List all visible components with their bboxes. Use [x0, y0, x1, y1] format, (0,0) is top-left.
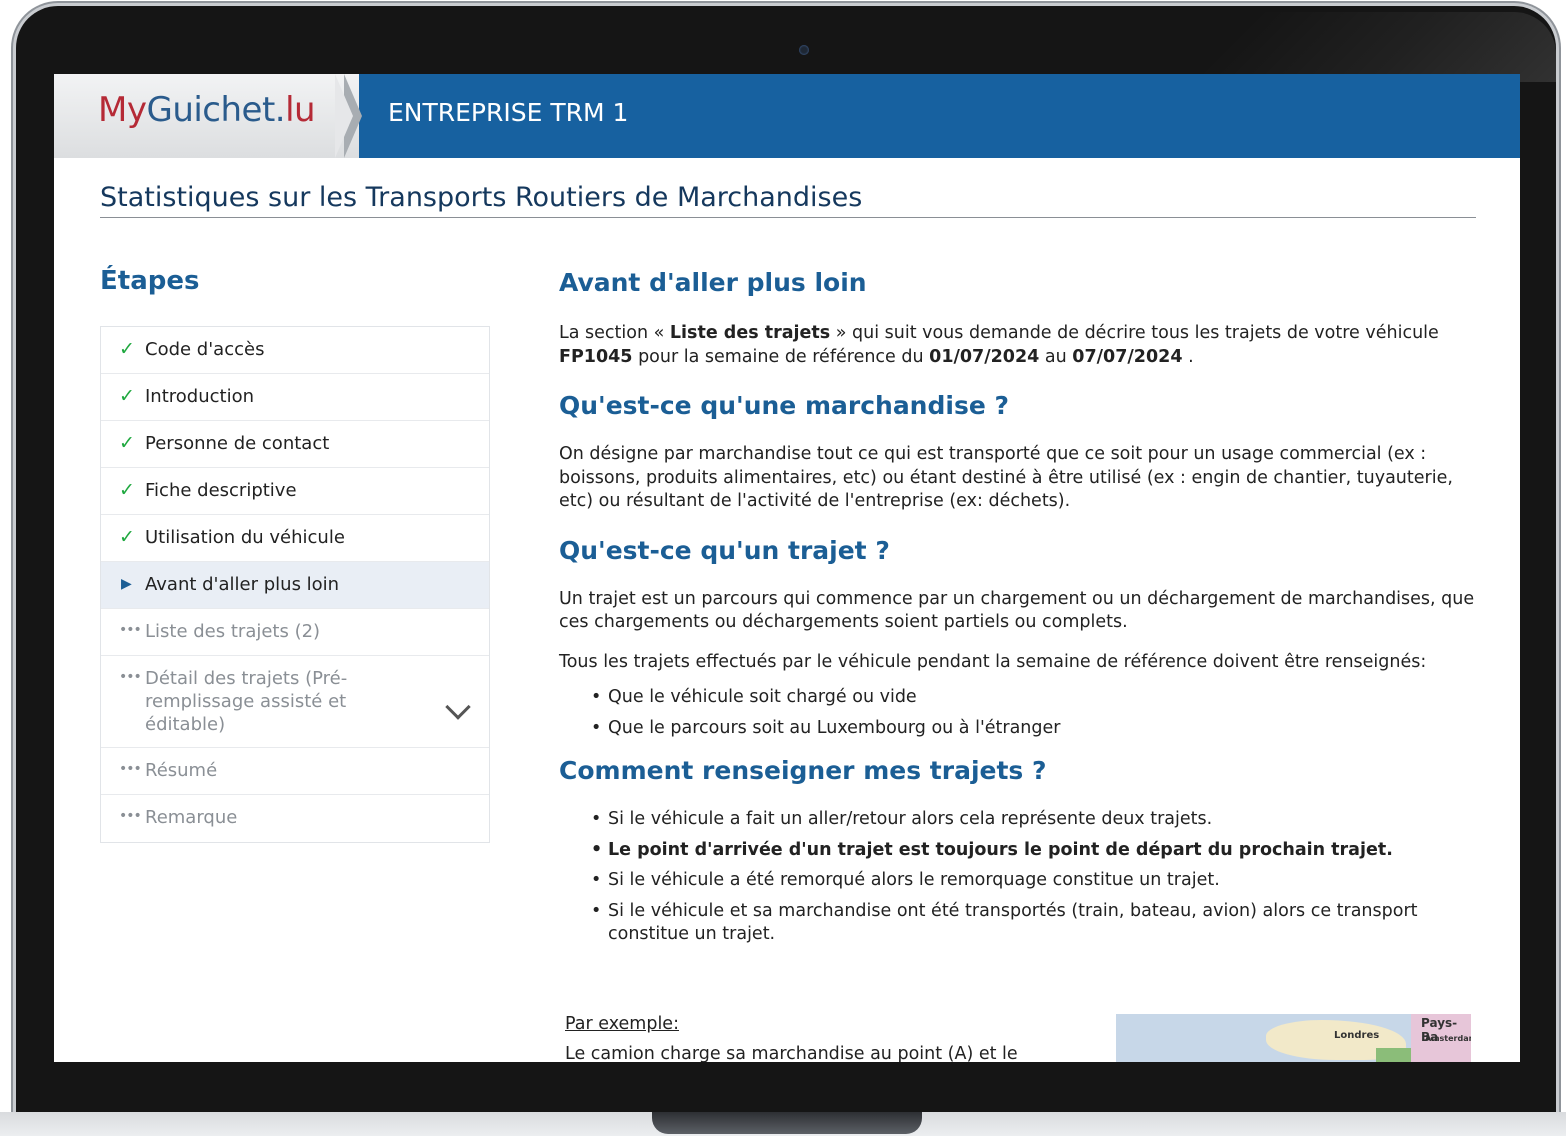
step-personne-contact[interactable]: ✓ Personne de contact	[101, 421, 489, 468]
example-map: Londres Pays-Ba Amsterdan	[1116, 1014, 1471, 1062]
step-resume[interactable]: ••• Résumé	[101, 748, 489, 795]
renseigner-heading: Comment renseigner mes trajets ?	[559, 756, 1047, 785]
step-label: Code d'accès	[145, 339, 265, 360]
start-date: 01/07/2024	[929, 346, 1040, 367]
step-label: Utilisation du véhicule	[145, 527, 345, 548]
webcam	[799, 45, 809, 55]
trajet-heading: Qu'est-ce qu'un trajet ?	[559, 535, 890, 565]
logo-part-guichet: Guichet.	[146, 90, 286, 130]
check-icon: ✓	[119, 338, 135, 360]
end-date: 07/07/2024	[1072, 346, 1183, 367]
laptop-hinge-notch	[652, 1112, 922, 1134]
marchandise-text: On désigne par marchandise tout ce qui e…	[559, 444, 1453, 511]
example-label: Par exemple:	[565, 1014, 679, 1034]
step-label: Résumé	[145, 760, 218, 781]
ellipsis-icon: •••	[119, 669, 142, 685]
step-label: Liste des trajets (2)	[145, 621, 321, 642]
check-icon: ✓	[119, 526, 135, 548]
list-item: Que le véhicule soit chargé ou vide	[591, 686, 1479, 710]
list-item: Le point d'arrivée d'un trajet est toujo…	[591, 839, 1479, 863]
step-detail-trajets[interactable]: ••• Détail des trajets (Pré-remplissage a…	[101, 656, 489, 748]
intro-text: » qui suit vous demande de décrire tous …	[830, 323, 1439, 343]
caret-right-icon: ▶	[121, 576, 132, 592]
step-label: Fiche descriptive	[145, 480, 297, 501]
trajet-text: Un trajet est un parcours qui commence p…	[559, 588, 1475, 633]
step-label: Personne de contact	[145, 433, 330, 454]
ellipsis-icon: •••	[119, 622, 142, 638]
list-item: Que le parcours soit au Luxembourg ou à …	[591, 717, 1479, 741]
chevron-down-icon[interactable]	[445, 694, 471, 720]
step-code-acces[interactable]: ✓ Code d'accès	[101, 327, 489, 374]
step-fiche-descriptive[interactable]: ✓ Fiche descriptive	[101, 468, 489, 515]
trajet-requirement: Tous les trajets effectués par le véhicu…	[559, 651, 1427, 672]
ellipsis-icon: •••	[119, 808, 142, 824]
page-title: Statistiques sur les Transports Routiers…	[100, 182, 1476, 218]
step-avant-aller-plus-loin[interactable]: ▶ Avant d'aller plus loin	[101, 562, 489, 609]
intro-text: au	[1039, 346, 1073, 367]
intro-section-name: Liste des trajets	[669, 323, 831, 343]
main-content: Avant d'aller plus loin La section « Lis…	[559, 266, 1479, 954]
trajet-bullets: Que le véhicule soit chargé ou vide Que …	[559, 686, 1479, 740]
screen-reflection	[1166, 12, 1556, 82]
section-heading: Avant d'aller plus loin	[559, 268, 867, 297]
step-liste-trajets[interactable]: ••• Liste des trajets (2)	[101, 609, 489, 656]
list-item: Si le véhicule a fait un aller/retour al…	[591, 808, 1479, 832]
list-item: Si le véhicule a été remorqué alors le r…	[591, 869, 1479, 893]
steps-list: ✓ Code d'accès ✓ Introduction ✓ Personne de…	[100, 326, 490, 843]
vehicle-id: FP1045	[559, 346, 633, 367]
check-icon: ✓	[119, 479, 135, 501]
renseigner-bullets: Si le véhicule a fait un aller/retour al…	[559, 808, 1479, 947]
step-label: Avant d'aller plus loin	[145, 574, 340, 595]
steps-title: Étapes	[100, 266, 200, 296]
logo-part-my: My	[98, 90, 147, 130]
logo-area[interactable]: MyGuichet.lu	[54, 74, 359, 158]
check-icon: ✓	[119, 432, 135, 454]
screen: MyGuichet.lu ENTREPRISE TRM 1 Statistiqu…	[54, 74, 1520, 1062]
intro-text: La section «	[559, 323, 670, 343]
logo-part-lu: lu	[285, 90, 316, 130]
logo-arrow	[335, 74, 353, 158]
list-item: Si le véhicule et sa marchandise ont été…	[591, 900, 1479, 947]
map-label-londres: Londres	[1334, 1030, 1380, 1041]
marchandise-heading: Qu'est-ce qu'une marchandise ?	[559, 391, 1009, 420]
intro-paragraph: La section « Liste des trajets » qui sui…	[559, 322, 1479, 369]
step-label: Remarque	[145, 807, 238, 828]
ellipsis-icon: •••	[119, 761, 142, 777]
step-remarque[interactable]: ••• Remarque	[101, 795, 489, 842]
check-icon: ✓	[119, 385, 135, 407]
step-introduction[interactable]: ✓ Introduction	[101, 374, 489, 421]
intro-text: .	[1182, 346, 1194, 367]
myguichet-logo[interactable]: MyGuichet.lu	[98, 90, 316, 130]
step-utilisation-vehicule[interactable]: ✓ Utilisation du véhicule	[101, 515, 489, 562]
intro-text: pour la semaine de référence du	[632, 346, 930, 367]
company-name: ENTREPRISE TRM 1	[388, 98, 629, 127]
step-label: Détail des trajets (Pré-remplissage assi…	[145, 668, 348, 735]
step-label: Introduction	[145, 386, 255, 407]
example-text: Le camion charge sa marchandise au point…	[565, 1044, 1018, 1062]
map-label-amsterdam: Amsterdan	[1425, 1034, 1471, 1043]
top-bar: MyGuichet.lu ENTREPRISE TRM 1	[54, 74, 1520, 158]
